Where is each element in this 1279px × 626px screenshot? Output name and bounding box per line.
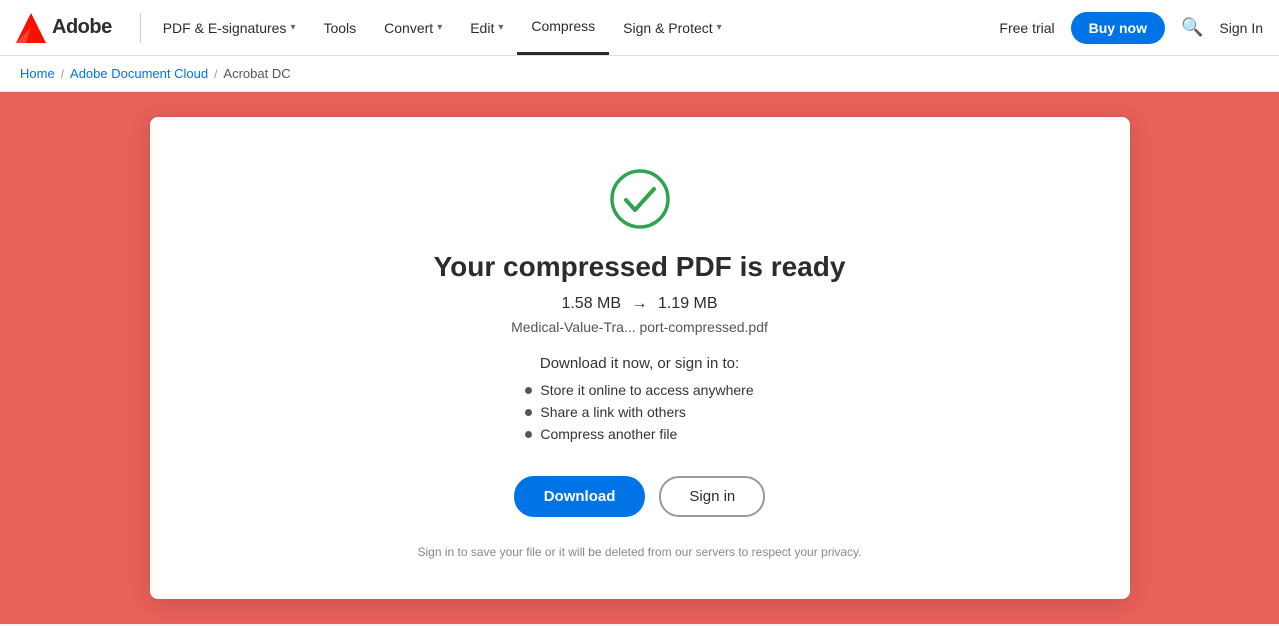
signin-button[interactable]: Sign in [659, 476, 765, 517]
main-area: Your compressed PDF is ready 1.58 MB → 1… [0, 92, 1279, 624]
arrow-icon: → [632, 295, 648, 312]
breadcrumb-document-cloud[interactable]: Adobe Document Cloud [70, 66, 208, 81]
file-size-after: 1.19 MB [658, 295, 718, 312]
nav-item-tools[interactable]: Tools [309, 0, 370, 55]
chevron-down-icon-edit: ▾ [498, 22, 503, 33]
benefit-item-2: Share a link with others [525, 404, 753, 420]
file-name: Medical-Value-Tra... port-compressed.pdf [511, 319, 768, 335]
breadcrumb: Home / Adobe Document Cloud / Acrobat DC [0, 56, 1279, 92]
bullet-dot-2 [525, 409, 532, 416]
nav-item-compress[interactable]: Compress [517, 0, 609, 55]
privacy-note: Sign in to save your file or it will be … [418, 545, 862, 559]
benefit-item-3: Compress another file [525, 426, 753, 442]
success-icon [608, 167, 672, 231]
buy-now-button[interactable]: Buy now [1071, 12, 1165, 44]
card-title: Your compressed PDF is ready [434, 251, 846, 283]
breadcrumb-current: Acrobat DC [223, 66, 290, 81]
breadcrumb-sep-1: / [61, 67, 64, 81]
bullet-dot-3 [525, 431, 532, 438]
breadcrumb-sep-2: / [214, 67, 217, 81]
result-card: Your compressed PDF is ready 1.58 MB → 1… [150, 117, 1130, 599]
file-size-info: 1.58 MB → 1.19 MB [561, 295, 717, 313]
breadcrumb-home[interactable]: Home [20, 66, 55, 81]
nav-items: PDF & E-signatures ▾ Tools Convert ▾ Edi… [149, 0, 1000, 55]
adobe-logo-icon [16, 13, 46, 43]
action-buttons: Download Sign in [514, 476, 766, 517]
download-button[interactable]: Download [514, 476, 646, 517]
navbar: Adobe PDF & E-signatures ▾ Tools Convert… [0, 0, 1279, 56]
search-icon[interactable]: 🔍 [1181, 17, 1203, 38]
benefits-list: Store it online to access anywhere Share… [525, 382, 753, 448]
nav-item-convert[interactable]: Convert ▾ [370, 0, 456, 55]
nav-right: Free trial Buy now 🔍 Sign In [999, 12, 1263, 44]
download-prompt: Download it now, or sign in to: [540, 355, 739, 372]
nav-item-edit[interactable]: Edit ▾ [456, 0, 517, 55]
adobe-logo[interactable]: Adobe [16, 13, 112, 43]
bullet-dot-1 [525, 387, 532, 394]
adobe-wordmark: Adobe [52, 16, 112, 39]
chevron-down-icon-sign: ▾ [717, 22, 722, 33]
file-size-before: 1.58 MB [561, 295, 621, 312]
sign-in-link[interactable]: Sign In [1219, 20, 1263, 36]
chevron-down-icon-convert: ▾ [437, 22, 442, 33]
chevron-down-icon: ▾ [290, 22, 295, 33]
nav-divider [140, 13, 141, 43]
free-trial-link[interactable]: Free trial [999, 20, 1054, 36]
benefit-item-1: Store it online to access anywhere [525, 382, 753, 398]
nav-item-sign-protect[interactable]: Sign & Protect ▾ [609, 0, 736, 55]
nav-item-pdf-esignatures[interactable]: PDF & E-signatures ▾ [149, 0, 310, 55]
